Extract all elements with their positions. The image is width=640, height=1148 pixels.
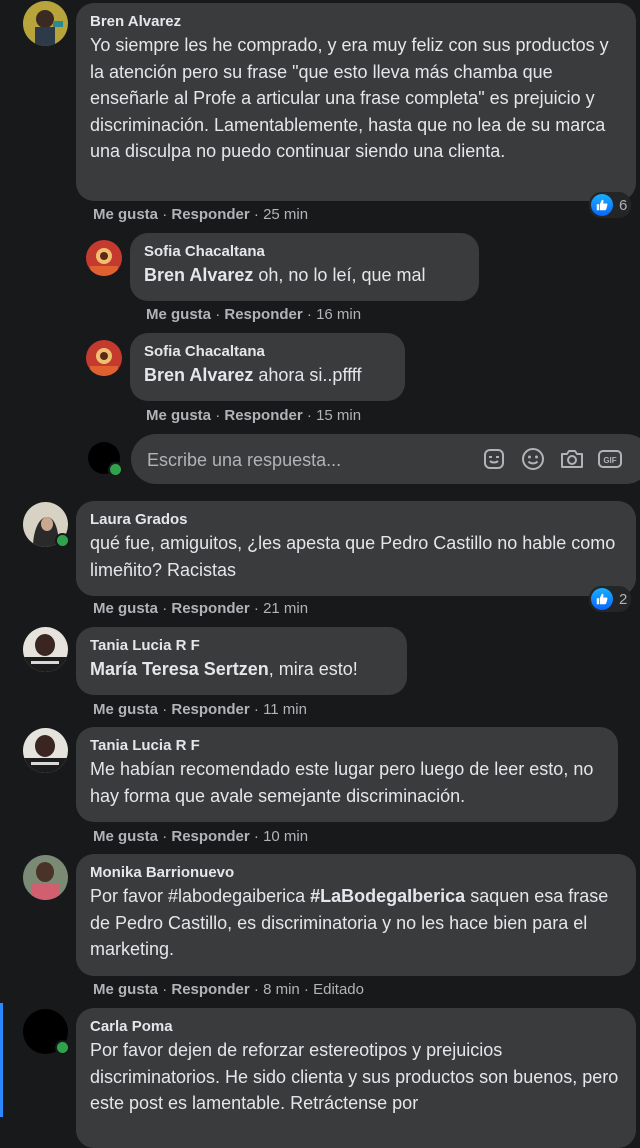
reply-button[interactable]: Responder bbox=[171, 701, 249, 718]
timestamp[interactable]: 16 min bbox=[316, 306, 361, 323]
comment-bubble: Laura Grados qué fue, amiguitos, ¿les ap… bbox=[76, 501, 636, 596]
comment-actions: Me gusta · Responder · 8 min · Editado bbox=[93, 981, 364, 998]
like-button[interactable]: Me gusta bbox=[93, 206, 158, 223]
comment-text: Por favor dejen de reforzar estereotipos… bbox=[90, 1040, 619, 1113]
camera-icon[interactable] bbox=[559, 446, 585, 472]
separator: · bbox=[253, 206, 259, 223]
mention-link[interactable]: María Teresa Sertzen bbox=[90, 659, 269, 679]
comment-actions: Me gusta · Responder · 11 min bbox=[93, 701, 307, 718]
online-status-dot bbox=[55, 1040, 70, 1055]
comment-author[interactable]: Tania Lucia R F bbox=[90, 636, 393, 656]
separator: · bbox=[253, 701, 259, 718]
emoji-icon[interactable] bbox=[520, 446, 546, 472]
comment-text: oh, no lo leí, que mal bbox=[253, 265, 426, 285]
gif-icon[interactable]: GIF bbox=[597, 446, 623, 472]
reply-box: GIF bbox=[131, 434, 640, 486]
reaction-count: 6 bbox=[619, 196, 628, 214]
like-button[interactable]: Me gusta bbox=[93, 600, 158, 617]
comment-text: Yo siempre les he comprado, y era muy fe… bbox=[90, 35, 609, 161]
reaction-summary[interactable]: 2 bbox=[589, 586, 632, 612]
separator: · bbox=[162, 600, 168, 617]
comment-author[interactable]: Sofia Chacaltana bbox=[144, 342, 391, 362]
comment-author[interactable]: Tania Lucia R F bbox=[90, 736, 604, 756]
comment-bubble: Tania Lucia R F Me habían recomendado es… bbox=[76, 727, 618, 822]
separator: · bbox=[215, 407, 221, 424]
separator: · bbox=[253, 600, 259, 617]
comment-author[interactable]: Carla Poma bbox=[90, 1017, 622, 1037]
comment-actions: Me gusta · Responder · 16 min bbox=[146, 306, 361, 323]
separator: · bbox=[303, 981, 309, 998]
like-button[interactable]: Me gusta bbox=[93, 701, 158, 718]
separator: · bbox=[162, 701, 168, 718]
comment-bubble: Sofia Chacaltana Bren Alvarez ahora si..… bbox=[130, 333, 405, 401]
timestamp[interactable]: 21 min bbox=[263, 600, 308, 617]
separator: · bbox=[306, 306, 312, 323]
timestamp[interactable]: 15 min bbox=[316, 407, 361, 424]
comment-text: Por favor #labodegaiberica bbox=[90, 886, 311, 906]
reply-button[interactable]: Responder bbox=[171, 981, 249, 998]
separator: · bbox=[253, 828, 259, 845]
avatar[interactable] bbox=[23, 627, 68, 672]
comment-bubble: Carla Poma Por favor dejen de reforzar e… bbox=[76, 1008, 636, 1148]
like-icon bbox=[591, 588, 613, 610]
comment-bubble: Monika Barrionuevo Por favor #labodegaib… bbox=[76, 854, 636, 976]
reply-button[interactable]: Responder bbox=[224, 306, 302, 323]
comment-author[interactable]: Monika Barrionuevo bbox=[90, 863, 622, 883]
like-button[interactable]: Me gusta bbox=[93, 981, 158, 998]
timestamp[interactable]: 10 min bbox=[263, 828, 308, 845]
avatar[interactable] bbox=[86, 340, 122, 376]
reply-button[interactable]: Responder bbox=[171, 600, 249, 617]
timestamp[interactable]: 8 min bbox=[263, 981, 300, 998]
separator: · bbox=[253, 981, 259, 998]
reaction-count: 2 bbox=[619, 590, 628, 608]
comment-author[interactable]: Sofia Chacaltana bbox=[144, 242, 465, 262]
sticker-icon[interactable] bbox=[481, 446, 507, 472]
comment-author[interactable]: Bren Alvarez bbox=[90, 12, 622, 32]
like-icon bbox=[591, 194, 613, 216]
like-button[interactable]: Me gusta bbox=[146, 407, 211, 424]
like-button[interactable]: Me gusta bbox=[93, 828, 158, 845]
online-status-dot bbox=[108, 462, 123, 477]
reply-input[interactable] bbox=[145, 434, 469, 486]
mention-link[interactable]: Bren Alvarez bbox=[144, 265, 253, 285]
comment-bubble: Tania Lucia R F María Teresa Sertzen, mi… bbox=[76, 627, 407, 695]
gif-label: GIF bbox=[603, 456, 616, 465]
comment-text: qué fue, amiguitos, ¿les apesta que Pedr… bbox=[90, 533, 616, 580]
timestamp[interactable]: 25 min bbox=[263, 206, 308, 223]
comment-actions: Me gusta · Responder · 15 min bbox=[146, 407, 361, 424]
like-button[interactable]: Me gusta bbox=[146, 306, 211, 323]
edited-label: Editado bbox=[313, 981, 364, 998]
comment-text: , mira esto! bbox=[268, 659, 358, 679]
separator: · bbox=[215, 306, 221, 323]
comment-author[interactable]: Laura Grados bbox=[90, 510, 622, 530]
reply-button[interactable]: Responder bbox=[171, 828, 249, 845]
avatar[interactable] bbox=[23, 1, 68, 46]
comment-actions: Me gusta · Responder · 25 min bbox=[93, 206, 308, 223]
reply-button[interactable]: Responder bbox=[224, 407, 302, 424]
comment-text: Me habían recomendado este lugar pero lu… bbox=[90, 759, 594, 806]
timestamp[interactable]: 11 min bbox=[263, 701, 307, 718]
avatar[interactable] bbox=[23, 855, 68, 900]
separator: · bbox=[162, 206, 168, 223]
comment-actions: Me gusta · Responder · 21 min bbox=[93, 600, 308, 617]
online-status-dot bbox=[55, 533, 70, 548]
comment-actions: Me gusta · Responder · 10 min bbox=[93, 828, 308, 845]
reply-button[interactable]: Responder bbox=[171, 206, 249, 223]
comment-bubble: Bren Alvarez Yo siempre les he comprado,… bbox=[76, 3, 636, 201]
avatar[interactable] bbox=[23, 728, 68, 773]
active-comment-indicator bbox=[0, 1003, 3, 1117]
comment-bubble: Sofia Chacaltana Bren Alvarez oh, no lo … bbox=[130, 233, 479, 301]
separator: · bbox=[162, 981, 168, 998]
hashtag-link[interactable]: #LaBodegaIberica bbox=[310, 886, 465, 906]
separator: · bbox=[162, 828, 168, 845]
separator: · bbox=[306, 407, 312, 424]
mention-link[interactable]: Bren Alvarez bbox=[144, 365, 253, 385]
comment-text: ahora si..pffff bbox=[253, 365, 362, 385]
avatar[interactable] bbox=[86, 240, 122, 276]
reaction-summary[interactable]: 6 bbox=[589, 192, 632, 218]
